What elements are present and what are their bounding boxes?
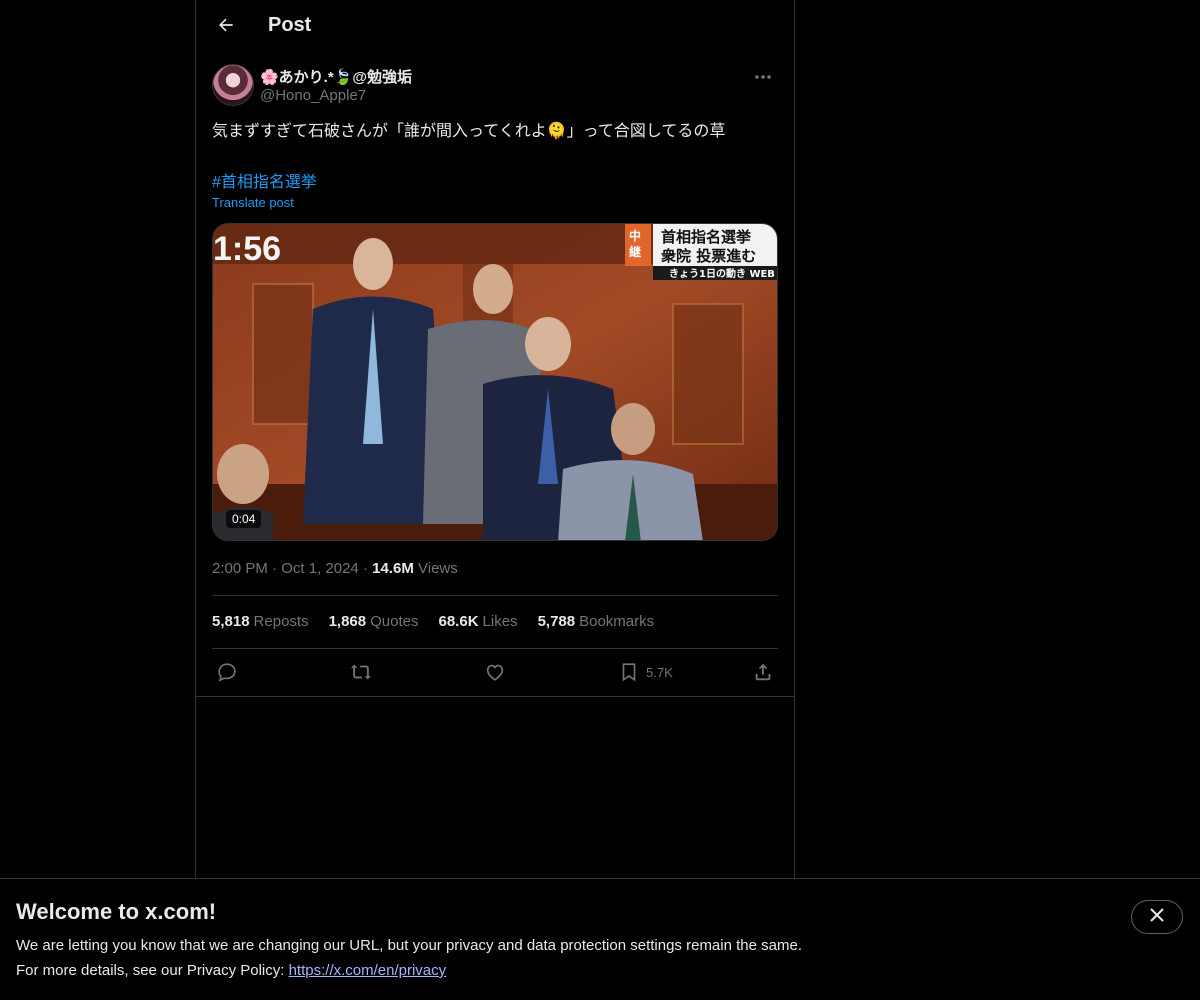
overlay-headline-2: 衆院 投票進む bbox=[661, 247, 756, 265]
more-horizontal-icon bbox=[754, 67, 772, 85]
page-title: Post bbox=[268, 14, 312, 36]
views-count: 14.6M bbox=[372, 560, 414, 577]
post-time[interactable]: 2:00 PM bbox=[212, 560, 268, 577]
arrow-left-icon bbox=[216, 15, 236, 40]
banner-title: Welcome to x.com! bbox=[16, 899, 217, 924]
overlay-badge-2: 継 bbox=[629, 244, 641, 259]
more-options-button[interactable] bbox=[748, 64, 778, 88]
banner-privacy-text: For more details, see our Privacy Policy… bbox=[16, 962, 446, 979]
like-button[interactable] bbox=[484, 658, 506, 686]
repost-button[interactable] bbox=[350, 658, 372, 686]
overlay-badge: 中 bbox=[629, 228, 641, 243]
share-button[interactable] bbox=[752, 658, 774, 686]
meta-separator: · bbox=[272, 560, 282, 577]
meta-separator: · bbox=[362, 560, 373, 577]
post-meta: 2:00 PM · Oct 1, 2024 · 14.6M Views bbox=[212, 560, 458, 577]
avatar[interactable] bbox=[212, 64, 254, 106]
repost-icon bbox=[350, 661, 372, 683]
video-duration: 0:04 bbox=[226, 510, 262, 528]
banner-privacy-prefix: For more details, see our Privacy Policy… bbox=[16, 962, 289, 979]
quotes-stat[interactable]: 1,868 Quotes bbox=[329, 613, 419, 630]
post-actions: 5.7K bbox=[212, 658, 778, 686]
video-player[interactable]: 1:56 中 継 首相指名選挙 衆院 投票進む きょう1日の動き WEB 0:0… bbox=[212, 223, 778, 541]
overlay-subline: きょう1日の動き WEB bbox=[669, 267, 775, 280]
bookmark-count: 5.7K bbox=[646, 664, 673, 680]
divider bbox=[212, 595, 778, 596]
views-label: Views bbox=[418, 560, 458, 577]
post-author: 🌸あかり.*🍃@勉強垢 @Hono_Apple7 bbox=[212, 64, 778, 108]
bookmark-icon bbox=[618, 661, 640, 683]
top-bar: Post bbox=[196, 0, 794, 54]
banner-message: We are letting you know that we are chan… bbox=[16, 937, 802, 954]
heart-icon bbox=[484, 661, 506, 683]
author-display-name[interactable]: 🌸あかり.*🍃@勉強垢 bbox=[260, 66, 412, 87]
bookmarks-stat[interactable]: 5,788 Bookmarks bbox=[538, 613, 655, 630]
privacy-policy-link[interactable]: https://x.com/en/privacy bbox=[289, 962, 447, 979]
bookmark-button[interactable]: 5.7K bbox=[618, 658, 673, 686]
close-icon bbox=[1150, 907, 1164, 927]
post-date[interactable]: Oct 1, 2024 bbox=[281, 560, 359, 577]
divider bbox=[196, 696, 794, 697]
back-button[interactable] bbox=[208, 9, 244, 45]
close-banner-button[interactable] bbox=[1131, 900, 1183, 934]
overlay-clock: 1:56 bbox=[213, 230, 281, 268]
hashtag-link[interactable]: #首相指名選挙 bbox=[212, 168, 317, 192]
overlay-headline-1: 首相指名選挙 bbox=[661, 228, 752, 246]
video-frame: 1:56 中 継 首相指名選挙 衆院 投票進む きょう1日の動き WEB bbox=[213, 224, 777, 540]
reposts-stat[interactable]: 5,818 Reposts bbox=[212, 613, 309, 630]
post-text: 気まずすぎて石破さんが「誰が間入ってくれよ🫠」って合図してるの草 bbox=[212, 123, 726, 140]
author-handle[interactable]: @Hono_Apple7 bbox=[260, 87, 366, 104]
reply-button[interactable] bbox=[216, 658, 238, 686]
likes-stat[interactable]: 68.6K Likes bbox=[439, 613, 518, 630]
divider bbox=[212, 648, 778, 649]
reply-icon bbox=[216, 661, 238, 683]
welcome-banner: Welcome to x.com! We are letting you kno… bbox=[0, 878, 1200, 1000]
share-icon bbox=[752, 661, 774, 683]
post-stats: 5,818 Reposts 1,868 Quotes 68.6K Likes 5,78… bbox=[212, 613, 654, 630]
post-column: Post 🌸あかり.*🍃@勉強垢 @Hono_Apple7 気まずすぎて石破さん… bbox=[195, 0, 795, 878]
translate-post-link[interactable]: Translate post bbox=[212, 195, 294, 210]
